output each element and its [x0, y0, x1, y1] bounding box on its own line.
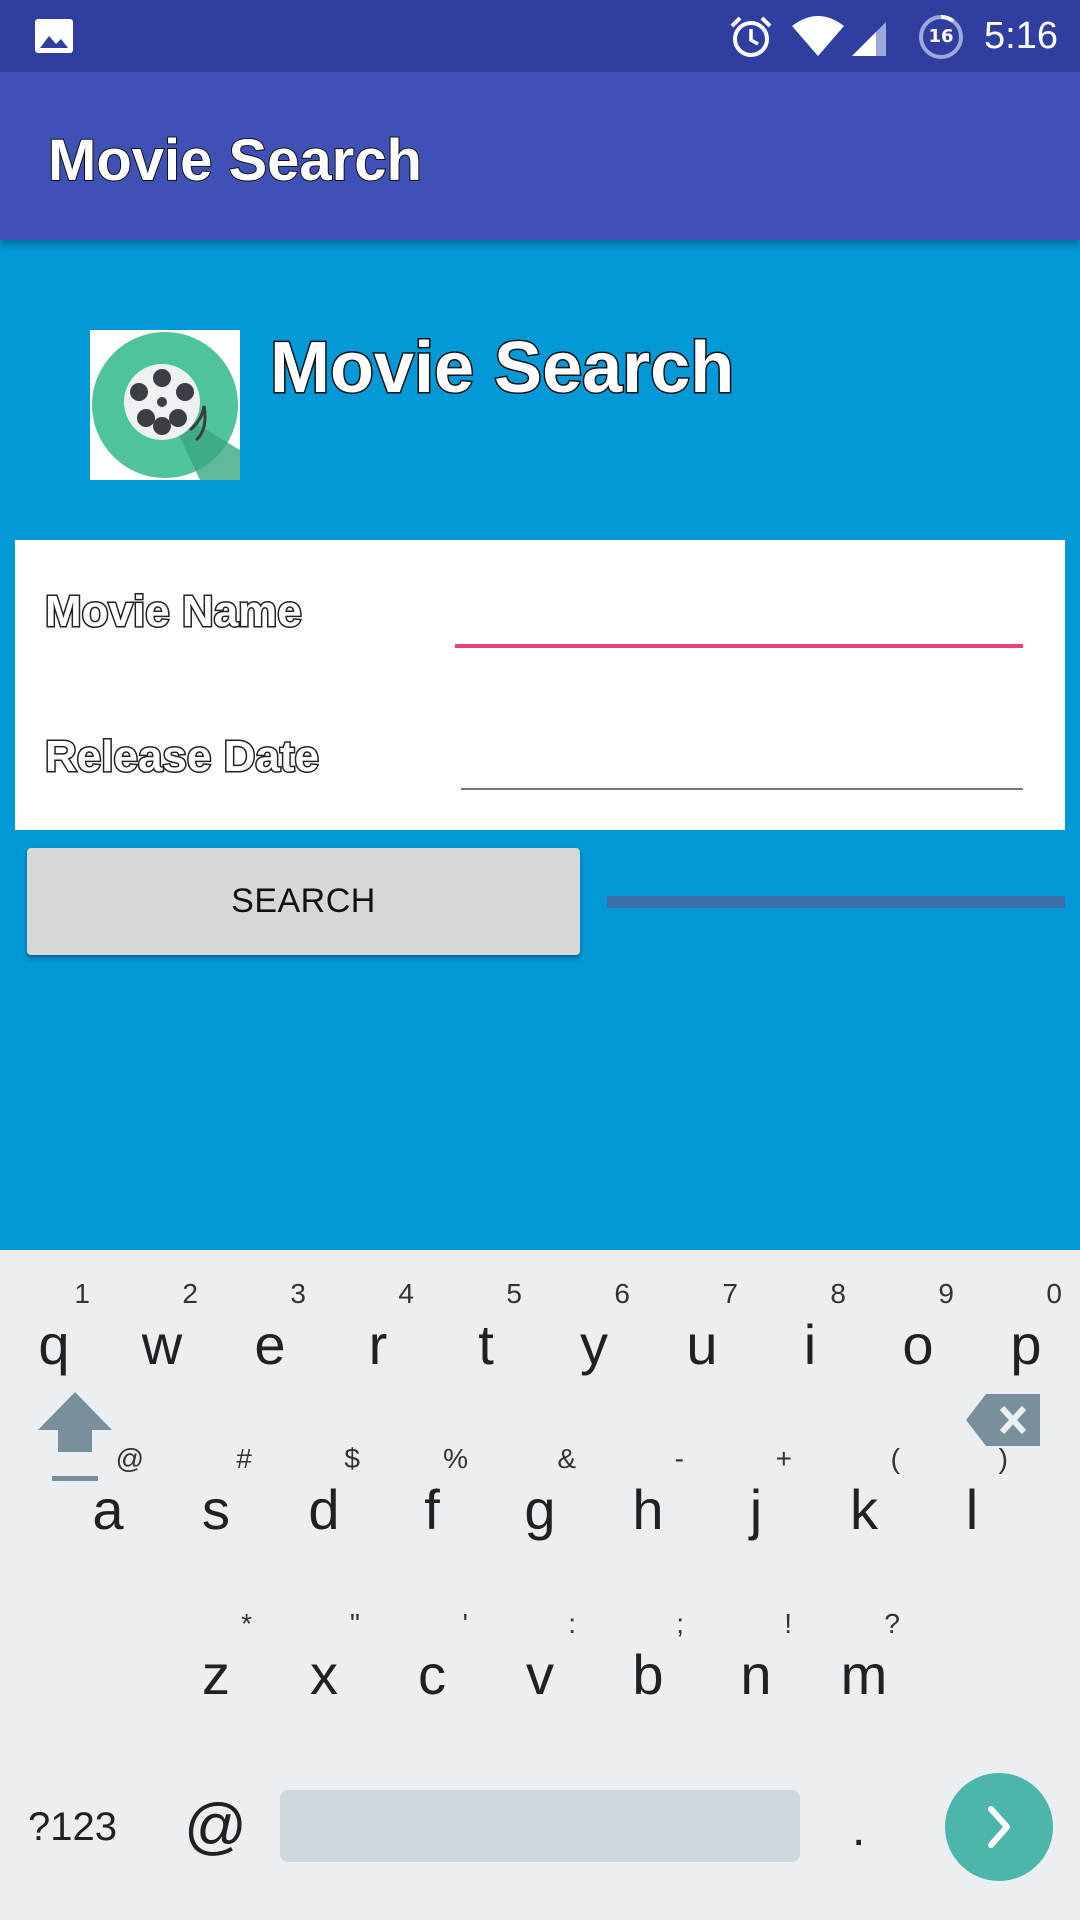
key-hint: 3 — [290, 1278, 306, 1309]
at-key[interactable]: @ — [184, 1790, 247, 1864]
key-d[interactable]: $ d — [270, 1425, 378, 1575]
key-hint: - — [674, 1443, 684, 1474]
film-reel-icon — [90, 330, 240, 480]
key-letter: d — [308, 1478, 340, 1541]
release-date-input[interactable] — [461, 734, 1023, 790]
key-letter: m — [840, 1643, 888, 1706]
key-letter: j — [749, 1478, 763, 1541]
symbols-key[interactable]: ?123 — [28, 1800, 117, 1854]
key-hint: " — [350, 1608, 360, 1639]
key-s[interactable]: # s — [162, 1425, 270, 1575]
shift-icon[interactable] — [30, 1380, 120, 1490]
key-hint: 9 — [938, 1278, 954, 1309]
key-x[interactable]: " x — [270, 1590, 378, 1740]
key-hint: 8 — [830, 1278, 846, 1309]
go-key[interactable] — [945, 1773, 1053, 1881]
key-w[interactable]: 2w — [108, 1260, 216, 1410]
key-letter: t — [478, 1313, 494, 1376]
key-letter: o — [902, 1313, 934, 1376]
key-hint: 2 — [182, 1278, 198, 1309]
key-letter: g — [524, 1478, 556, 1541]
key-hint: # — [236, 1443, 252, 1474]
key-hint: & — [557, 1443, 576, 1474]
progress-bar — [607, 896, 1065, 908]
key-letter: w — [141, 1313, 183, 1376]
search-button[interactable]: SEARCH — [27, 848, 580, 955]
alarm-icon — [730, 16, 772, 57]
key-letter: u — [686, 1313, 718, 1376]
space-key[interactable] — [280, 1790, 800, 1862]
movie-name-input[interactable] — [455, 590, 1023, 648]
key-y[interactable]: 6y — [540, 1260, 648, 1410]
key-letter: c — [418, 1643, 446, 1706]
header-title: Movie Search — [268, 327, 735, 410]
key-letter: i — [803, 1313, 817, 1376]
key-letter: r — [368, 1313, 388, 1376]
key-hint: 5 — [506, 1278, 522, 1309]
key-letter: e — [254, 1313, 286, 1376]
key-hint: * — [241, 1608, 252, 1639]
key-hint: ' — [462, 1608, 468, 1639]
search-form: Movie Name Release Date — [15, 540, 1065, 830]
key-letter: l — [965, 1478, 979, 1541]
chevron-right-icon — [988, 1806, 1010, 1848]
key-letter: b — [632, 1643, 664, 1706]
key-j[interactable]: + j — [702, 1425, 810, 1575]
key-h[interactable]: -h — [594, 1425, 702, 1575]
key-t[interactable]: 5t — [432, 1260, 540, 1410]
wifi-icon — [792, 16, 844, 56]
key-letter: f — [424, 1478, 440, 1541]
key-letter: h — [632, 1478, 664, 1541]
key-letter: k — [850, 1478, 878, 1541]
key-n[interactable]: ! n — [702, 1590, 810, 1740]
key-v[interactable]: :v — [486, 1590, 594, 1740]
key-hint: ! — [784, 1608, 792, 1639]
key-hint: ? — [884, 1608, 900, 1639]
key-letter: q — [38, 1313, 70, 1376]
key-hint: 1 — [74, 1278, 90, 1309]
key-letter: z — [202, 1643, 230, 1706]
key-hint: % — [443, 1443, 468, 1474]
gallery-icon — [35, 19, 73, 53]
app-title: Movie Search — [47, 127, 423, 194]
key-letter: p — [1010, 1313, 1042, 1376]
key-hint: $ — [344, 1443, 360, 1474]
key-z[interactable]: * z — [162, 1590, 270, 1740]
key-b[interactable]: ; b — [594, 1590, 702, 1740]
key-f[interactable]: % f — [378, 1425, 486, 1575]
key-c[interactable]: ' c — [378, 1590, 486, 1740]
status-bar: 16 5:16 — [0, 0, 1080, 72]
cell-signal-icon — [852, 22, 886, 56]
app-bar: Movie Search — [0, 72, 1080, 240]
key-m[interactable]: ? m — [810, 1590, 918, 1740]
key-u[interactable]: 7u — [648, 1260, 756, 1410]
battery-level: 16 — [928, 26, 954, 47]
key-hint: ; — [676, 1608, 684, 1639]
key-o[interactable]: 9o — [864, 1260, 972, 1410]
backspace-icon[interactable] — [964, 1380, 1044, 1460]
key-hint: 7 — [722, 1278, 738, 1309]
key-g[interactable]: & g — [486, 1425, 594, 1575]
period-key[interactable]: . — [852, 1800, 865, 1860]
key-k[interactable]: (k — [810, 1425, 918, 1575]
clock: 5:16 — [984, 15, 1058, 57]
key-r[interactable]: 4r — [324, 1260, 432, 1410]
key-letter: n — [740, 1643, 772, 1706]
key-letter: v — [526, 1643, 554, 1706]
key-letter: x — [310, 1643, 338, 1706]
key-e[interactable]: 3e — [216, 1260, 324, 1410]
key-hint: ( — [890, 1443, 900, 1474]
key-letter: s — [202, 1478, 230, 1541]
key-letter: y — [580, 1313, 608, 1376]
key-hint: : — [568, 1608, 576, 1639]
key-i[interactable]: 8i — [756, 1260, 864, 1410]
movie-name-label: Movie Name — [44, 586, 304, 638]
key-hint: 0 — [1046, 1278, 1062, 1309]
key-hint: 4 — [398, 1278, 414, 1309]
key-hint: + — [775, 1443, 792, 1474]
release-date-label: Release Date — [44, 731, 321, 783]
key-hint: 6 — [614, 1278, 630, 1309]
